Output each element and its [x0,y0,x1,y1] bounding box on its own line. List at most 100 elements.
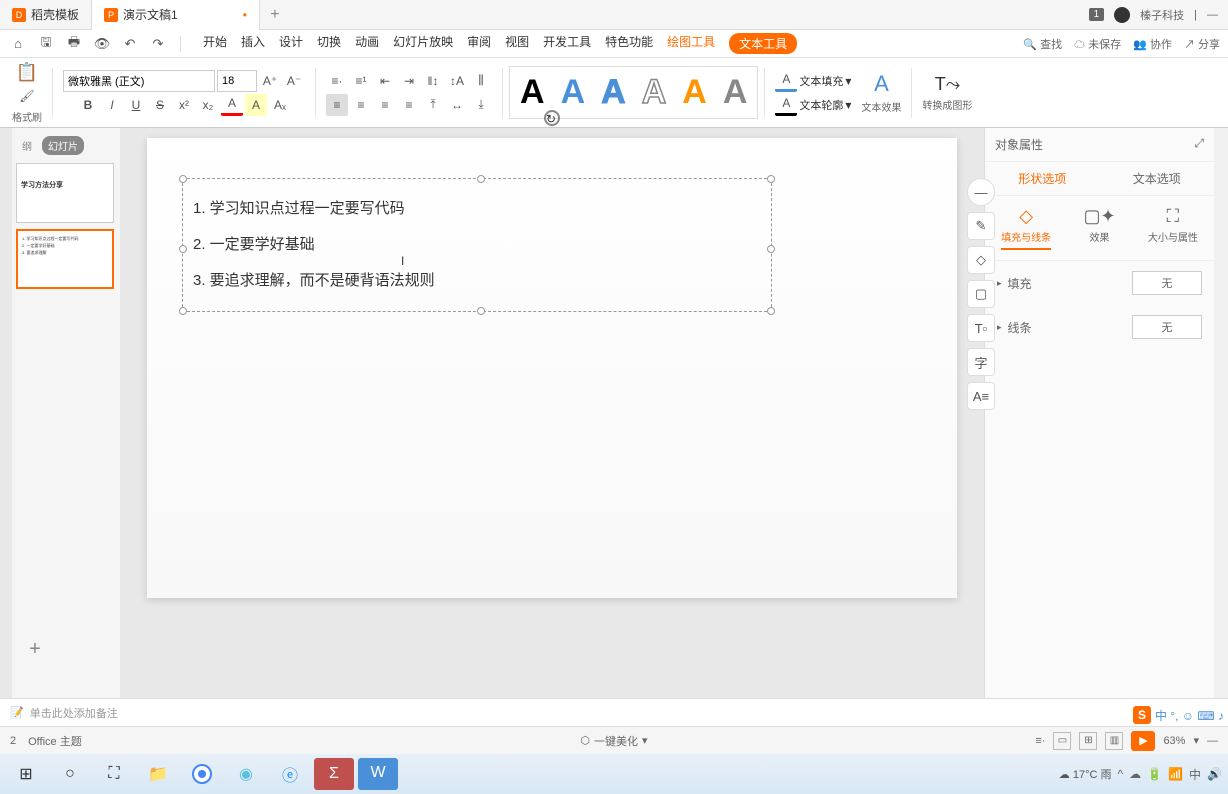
dropdown-icon[interactable]: ▾ [642,734,648,747]
character-tool-icon[interactable]: 字 [967,348,995,376]
menu-design[interactable]: 设计 [279,33,303,54]
collapse-tools-icon[interactable]: — [967,178,995,206]
text-tool-icon[interactable]: T▫ [967,314,995,342]
resize-handle-ne[interactable] [767,175,775,183]
font-size-select[interactable] [217,70,257,92]
expand-icon[interactable]: ▸ [997,278,1002,289]
line-spacing-button[interactable]: ‖↕ [422,70,444,92]
beautify-button[interactable]: 一键美化 [594,733,638,749]
line-select[interactable]: 无 [1132,315,1202,339]
superscript-button[interactable]: x² [173,94,195,116]
convert-group[interactable]: T⤳ 转换成图形 [918,74,976,112]
menu-drawing-tools[interactable]: 绘图工具 [667,33,715,54]
wordart-style-6[interactable]: A [715,69,756,116]
decrease-indent-button[interactable]: ⇤ [374,70,396,92]
text-fill-icon[interactable]: A [775,70,797,92]
numbering-button[interactable]: ≡¹ [350,70,372,92]
menu-icon[interactable]: ≡· [1035,735,1045,747]
menu-devtools[interactable]: 开发工具 [543,33,591,54]
rotate-handle[interactable]: ↻ [544,110,560,126]
size-props-subtab[interactable]: ⛶ 大小与属性 [1148,206,1198,250]
content-textbox[interactable]: 1. 学习知识点过程一定要写代码 2. 一定要学好基础 3. 要追求理解，而不是… [182,178,772,312]
resize-handle-sw[interactable] [179,307,187,315]
search-button[interactable]: ○ [50,758,90,790]
resize-handle-se[interactable] [767,307,775,315]
text-options-tab[interactable]: 文本选项 [1100,162,1215,195]
zoom-out-button[interactable]: — [1207,735,1218,747]
wifi-icon[interactable]: 📶 [1168,767,1183,781]
list-item-1[interactable]: 1. 学习知识点过程一定要写代码 [193,191,761,227]
slideshow-button[interactable]: ▶ [1131,731,1155,751]
start-button[interactable]: ⊞ [6,758,46,790]
save-icon[interactable]: 🖫 [36,34,56,54]
paste-icon[interactable]: 📋 [16,61,38,83]
line-row[interactable]: ▸ 线条 无 [985,305,1214,349]
zoom-level[interactable]: 63% [1163,735,1185,747]
print-icon[interactable]: 🖶 [64,34,84,54]
onedrive-icon[interactable]: ☁ [1129,767,1141,781]
align-right-button[interactable]: ≡ [374,94,396,116]
pin-icon[interactable]: ⤢ [1194,136,1204,153]
wordart-style-5[interactable]: A [674,69,715,116]
wordart-style-4[interactable]: A [634,69,675,116]
slide-canvas[interactable]: ↻ 1. 学习知识点过程一定要写代码 2. 一定要学好基础 3. 要追求理解，而… [120,128,984,698]
paragraph-tool-icon[interactable]: A≡ [967,382,995,410]
redo-icon[interactable]: ↷ [148,34,168,54]
outline-tab[interactable]: 纲 [16,136,38,155]
text-direction-button[interactable]: ↕A [446,70,468,92]
left-collapsed-bar[interactable] [0,128,12,698]
new-tab-button[interactable]: + [260,6,290,24]
text-outline-label[interactable]: 文本轮廓 [799,97,843,113]
notification-badge[interactable]: 1 [1089,8,1105,21]
align-left-button[interactable]: ≡ [326,94,348,116]
zoom-dropdown-icon[interactable]: ▾ [1193,734,1199,747]
resize-handle-s[interactable] [477,307,485,315]
ie-icon[interactable]: ⓔ [270,758,310,790]
font-color-button[interactable]: A [221,94,243,116]
wps-icon[interactable]: W [358,758,398,790]
dropdown-icon[interactable]: ▾ [845,98,851,112]
fill-row[interactable]: ▸ 填充 无 [985,261,1214,305]
bold-button[interactable]: B [77,94,99,116]
battery-icon[interactable]: 🔋 [1147,767,1162,781]
ime-logo[interactable]: S [1133,706,1151,724]
menu-features[interactable]: 特色功能 [605,33,653,54]
undo-icon[interactable]: ↶ [120,34,140,54]
wordart-style-3[interactable]: A [593,69,634,116]
resize-handle-n[interactable] [477,175,485,183]
ime-options[interactable]: 中 °, ☺ ⌨ ♪ [1155,707,1224,724]
menu-start[interactable]: 开始 [203,33,227,54]
collab-button[interactable]: 👥 协作 [1133,36,1172,52]
dropdown-icon[interactable]: ▾ [845,74,851,88]
italic-button[interactable]: I [101,94,123,116]
unsaved-indicator[interactable]: ☁ 未保存 [1074,36,1121,52]
highlight-button[interactable]: A [245,94,267,116]
resize-handle-nw[interactable] [179,175,187,183]
home-icon[interactable]: ⌂ [8,34,28,54]
menu-transition[interactable]: 切换 [317,33,341,54]
text-fill-label[interactable]: 文本填充 [799,73,843,89]
slide-thumbnail-2[interactable]: 1. 学习知识点过程一定要写代码2. 一定要学好基础3. 要追求理解 [16,229,114,289]
normal-view-button[interactable]: ▭ [1053,732,1071,750]
text-effect-group[interactable]: A 文本效果 [857,71,905,114]
menu-slideshow[interactable]: 幻灯片放映 [393,33,453,54]
clear-format-button[interactable]: Aₓ [269,94,291,116]
ime-tray-icon[interactable]: 中 [1189,766,1201,783]
sound-icon[interactable]: 🔊 [1207,767,1222,781]
minimize-icon[interactable]: — [1207,9,1218,21]
notes-pane[interactable]: 📝 单击此处添加备注 [0,698,1228,726]
slides-tab[interactable]: 幻灯片 [42,136,84,155]
columns-button[interactable]: ⫼ [470,70,492,92]
tray-expand-icon[interactable]: ^ [1117,767,1123,781]
slide[interactable]: ↻ 1. 学习知识点过程一定要写代码 2. 一定要学好基础 3. 要追求理解，而… [147,138,957,598]
search-button[interactable]: 🔍 查找 [1023,36,1062,52]
wordart-style-1[interactable]: A [512,69,553,116]
preview-icon[interactable]: 👁 [92,34,112,54]
format-painter-icon[interactable]: 🖌 [16,85,38,107]
menu-text-tools[interactable]: 文本工具 [729,33,797,54]
strike-button[interactable]: S [149,94,171,116]
menu-insert[interactable]: 插入 [241,33,265,54]
add-slide-button[interactable]: + [20,638,50,668]
fill-select[interactable]: 无 [1132,271,1202,295]
list-item-2[interactable]: 2. 一定要学好基础 [193,227,761,263]
